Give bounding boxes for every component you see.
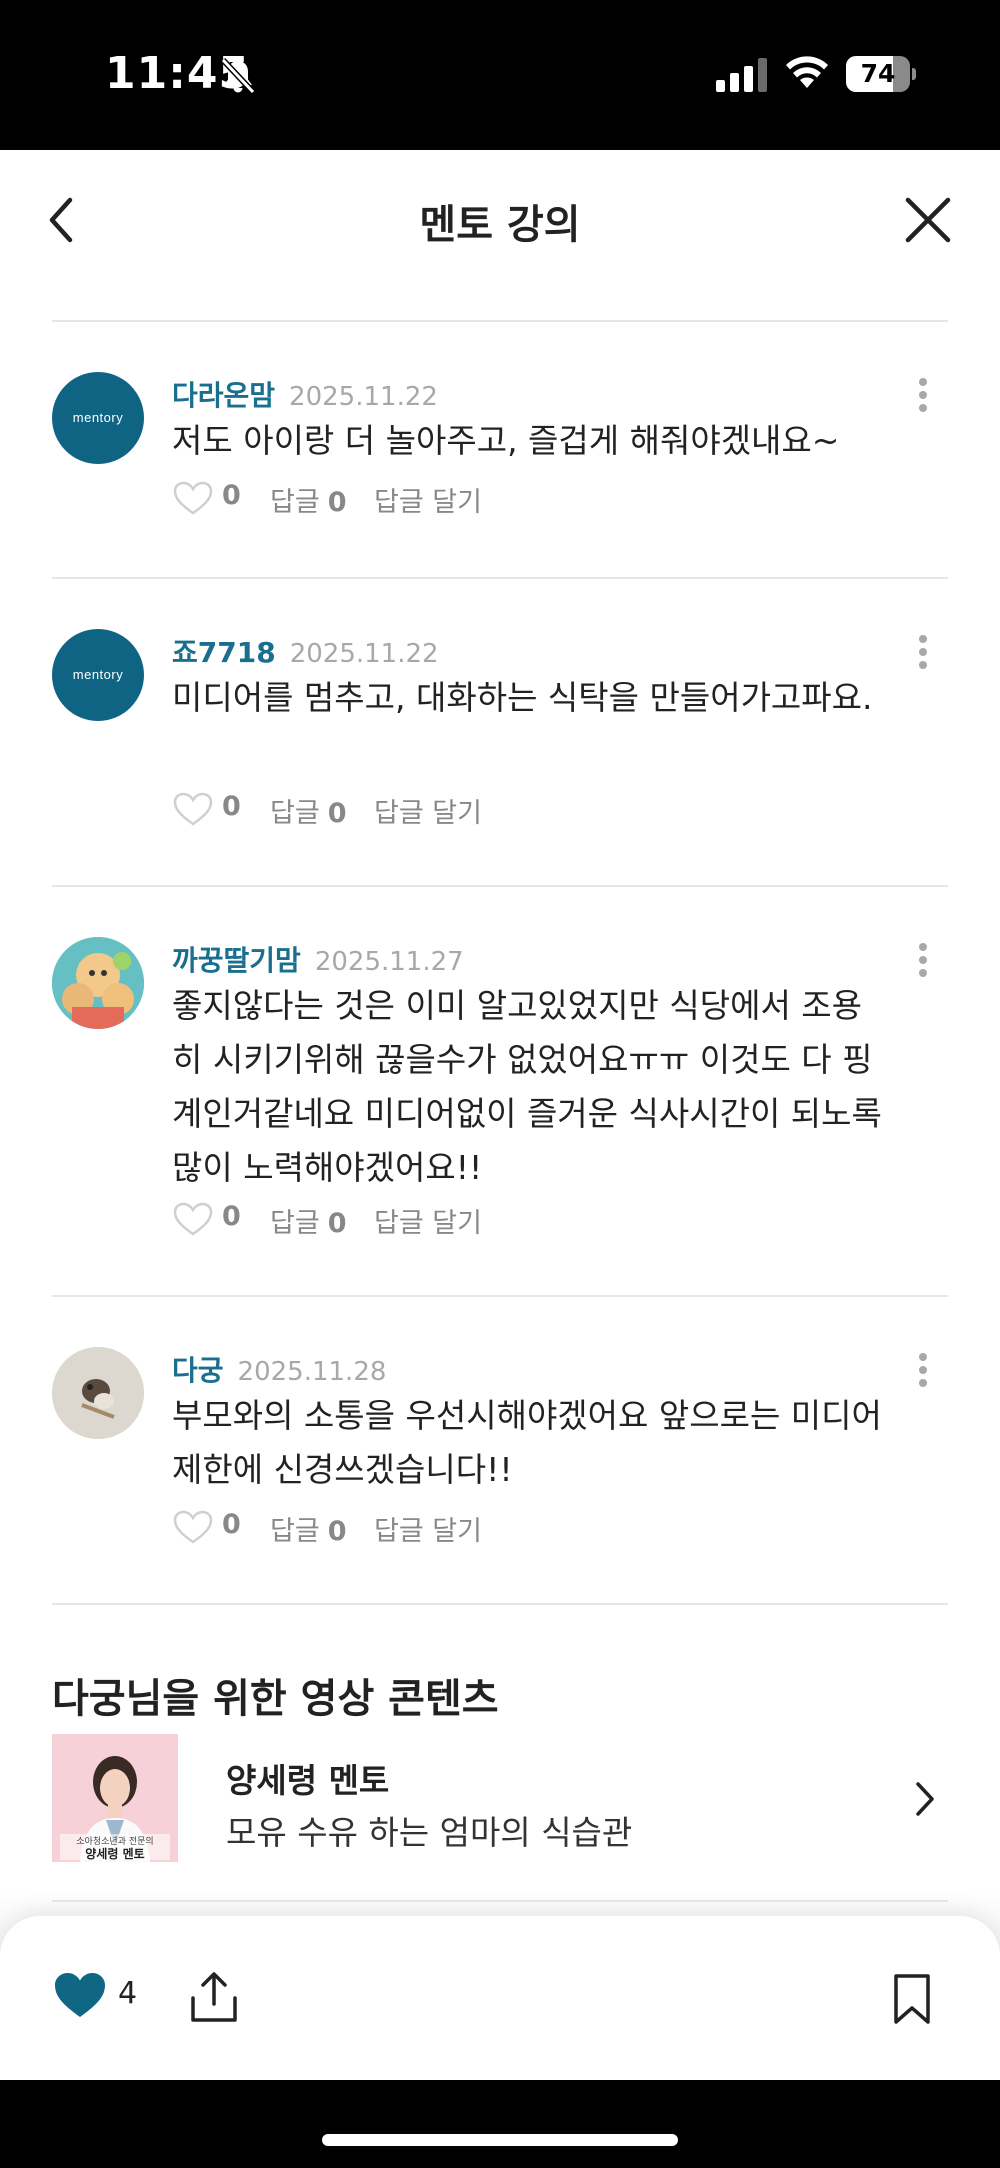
bottom-action-bar <box>0 1916 1000 2080</box>
home-indicator-area <box>0 2080 1000 2168</box>
bell-off-icon <box>220 57 256 95</box>
cellular-signal-icon <box>716 58 767 92</box>
reply-count: 0 <box>327 1208 347 1239</box>
comment-meta: 다궁 2025.11.28 <box>172 1349 386 1389</box>
reply-count-button[interactable]: 답글 0 <box>270 1201 346 1240</box>
share-button[interactable] <box>188 1970 240 2024</box>
reply-count-button[interactable]: 답글 0 <box>270 480 346 519</box>
battery-level: 74 <box>860 59 896 88</box>
heart-outline-icon <box>173 1510 213 1544</box>
divider <box>52 1603 948 1605</box>
reply-count: 0 <box>327 798 347 829</box>
reply-label: 답글 <box>270 1208 320 1239</box>
avatar[interactable] <box>52 937 144 1029</box>
bookmark-icon <box>894 1974 930 2024</box>
divider <box>52 1295 948 1297</box>
comment-date: 2025.11.22 <box>289 639 439 669</box>
video-title: 모유 수유 하는 엄마의 식습관 <box>226 1813 633 1852</box>
reply-count-button[interactable]: 답글 0 <box>270 1509 346 1548</box>
comment-author[interactable]: 죠7718 <box>172 636 276 669</box>
more-options-button[interactable] <box>904 631 944 681</box>
wifi-icon <box>786 56 828 88</box>
reply-label: 답글 <box>270 487 320 518</box>
write-reply-button[interactable]: 답글 달기 <box>374 480 482 519</box>
like-count: 0 <box>222 480 241 511</box>
avatar-brand-text: mentory <box>72 667 124 682</box>
divider <box>52 577 948 579</box>
more-options-button[interactable] <box>904 374 944 424</box>
write-reply-button[interactable]: 답글 달기 <box>374 1509 482 1548</box>
battery-icon: 74 <box>846 56 916 92</box>
share-icon <box>191 1972 237 2022</box>
comment-meta: 다라온맘 2025.11.22 <box>172 374 438 414</box>
comment-text: 좋지않다는 것은 이미 알고있었지만 식당에서 조용히 시키기위해 끊을수가 없… <box>172 986 882 1187</box>
reply-label: 답글 <box>270 798 320 829</box>
lecture-like-count: 4 <box>118 1976 138 2011</box>
reply-count-button[interactable]: 답글 0 <box>270 791 346 830</box>
chevron-right-icon <box>916 1782 934 1816</box>
comment-author[interactable]: 다궁 <box>172 1354 224 1387</box>
comment-date: 2025.11.28 <box>237 1357 387 1387</box>
nav-header: 멘토 강의 <box>0 150 1000 290</box>
reply-count: 0 <box>327 487 347 518</box>
page-title: 멘토 강의 <box>419 202 581 248</box>
comment-text: 미디어를 멈추고, 대화하는 식탁을 만들어가고파요. <box>172 678 873 717</box>
comment-meta: 까꿍딸기맘 2025.11.27 <box>172 939 464 979</box>
avatar-image <box>52 937 144 1029</box>
avatar[interactable]: mentory <box>52 372 144 464</box>
chevron-left-icon <box>49 197 73 243</box>
content-sheet: 멘토 강의 mentory 다라온맘 2025.11.22 저도 아이랑 더 놀아… <box>0 150 1000 2080</box>
comment-date: 2025.11.27 <box>314 947 464 977</box>
reply-label: 답글 <box>270 1516 320 1547</box>
section-title: 다궁님을 위한 영상 콘텐츠 <box>52 1676 499 1722</box>
comment-author[interactable]: 다라온맘 <box>172 379 275 412</box>
status-bar: 11:45 74 <box>0 0 1000 150</box>
comment-text: 부모와의 소통을 우선시해야겠어요 앞으로는 미디어 제한에 신경쓰겠습니다!! <box>172 1396 882 1489</box>
heart-outline-icon <box>173 481 213 515</box>
avatar[interactable] <box>52 1347 144 1439</box>
thumb-caption: 양세령 멘토 <box>85 1847 145 1861</box>
comment-text: 저도 아이랑 더 놀아주고, 즐겁게 해줘야겠내요~ <box>172 421 840 460</box>
write-reply-button[interactable]: 답글 달기 <box>374 1201 482 1240</box>
comment-author[interactable]: 까꿍딸기맘 <box>172 944 301 977</box>
write-reply-button[interactable]: 답글 달기 <box>374 791 482 830</box>
like-count: 0 <box>222 791 241 822</box>
video-card[interactable]: 소아청소년과 전문의 양세령 멘토 양세령 멘토 모유 수유 하는 엄마의 식습… <box>52 1734 948 1862</box>
back-button[interactable] <box>40 190 86 250</box>
more-options-button[interactable] <box>904 939 944 989</box>
reply-count: 0 <box>327 1516 347 1547</box>
divider <box>52 885 948 887</box>
comment-meta: 죠7718 2025.11.22 <box>172 631 439 671</box>
avatar-image <box>52 1347 144 1439</box>
video-mentor-name: 양세령 멘토 <box>226 1761 390 1800</box>
heart-outline-icon <box>173 1202 213 1236</box>
home-indicator[interactable] <box>322 2134 678 2146</box>
divider <box>52 320 948 322</box>
avatar[interactable]: mentory <box>52 629 144 721</box>
like-count: 0 <box>222 1509 241 1540</box>
more-options-button[interactable] <box>904 1349 944 1399</box>
close-button[interactable] <box>900 192 956 248</box>
avatar-brand-text: mentory <box>72 410 124 425</box>
bookmark-button[interactable] <box>892 1972 932 2026</box>
heart-filled-icon <box>55 1973 105 2017</box>
video-thumbnail: 소아청소년과 전문의 양세령 멘토 <box>52 1734 178 1862</box>
close-icon <box>905 197 951 243</box>
like-count: 0 <box>222 1201 241 1232</box>
comment-date: 2025.11.22 <box>289 382 438 412</box>
heart-outline-icon <box>173 792 213 826</box>
